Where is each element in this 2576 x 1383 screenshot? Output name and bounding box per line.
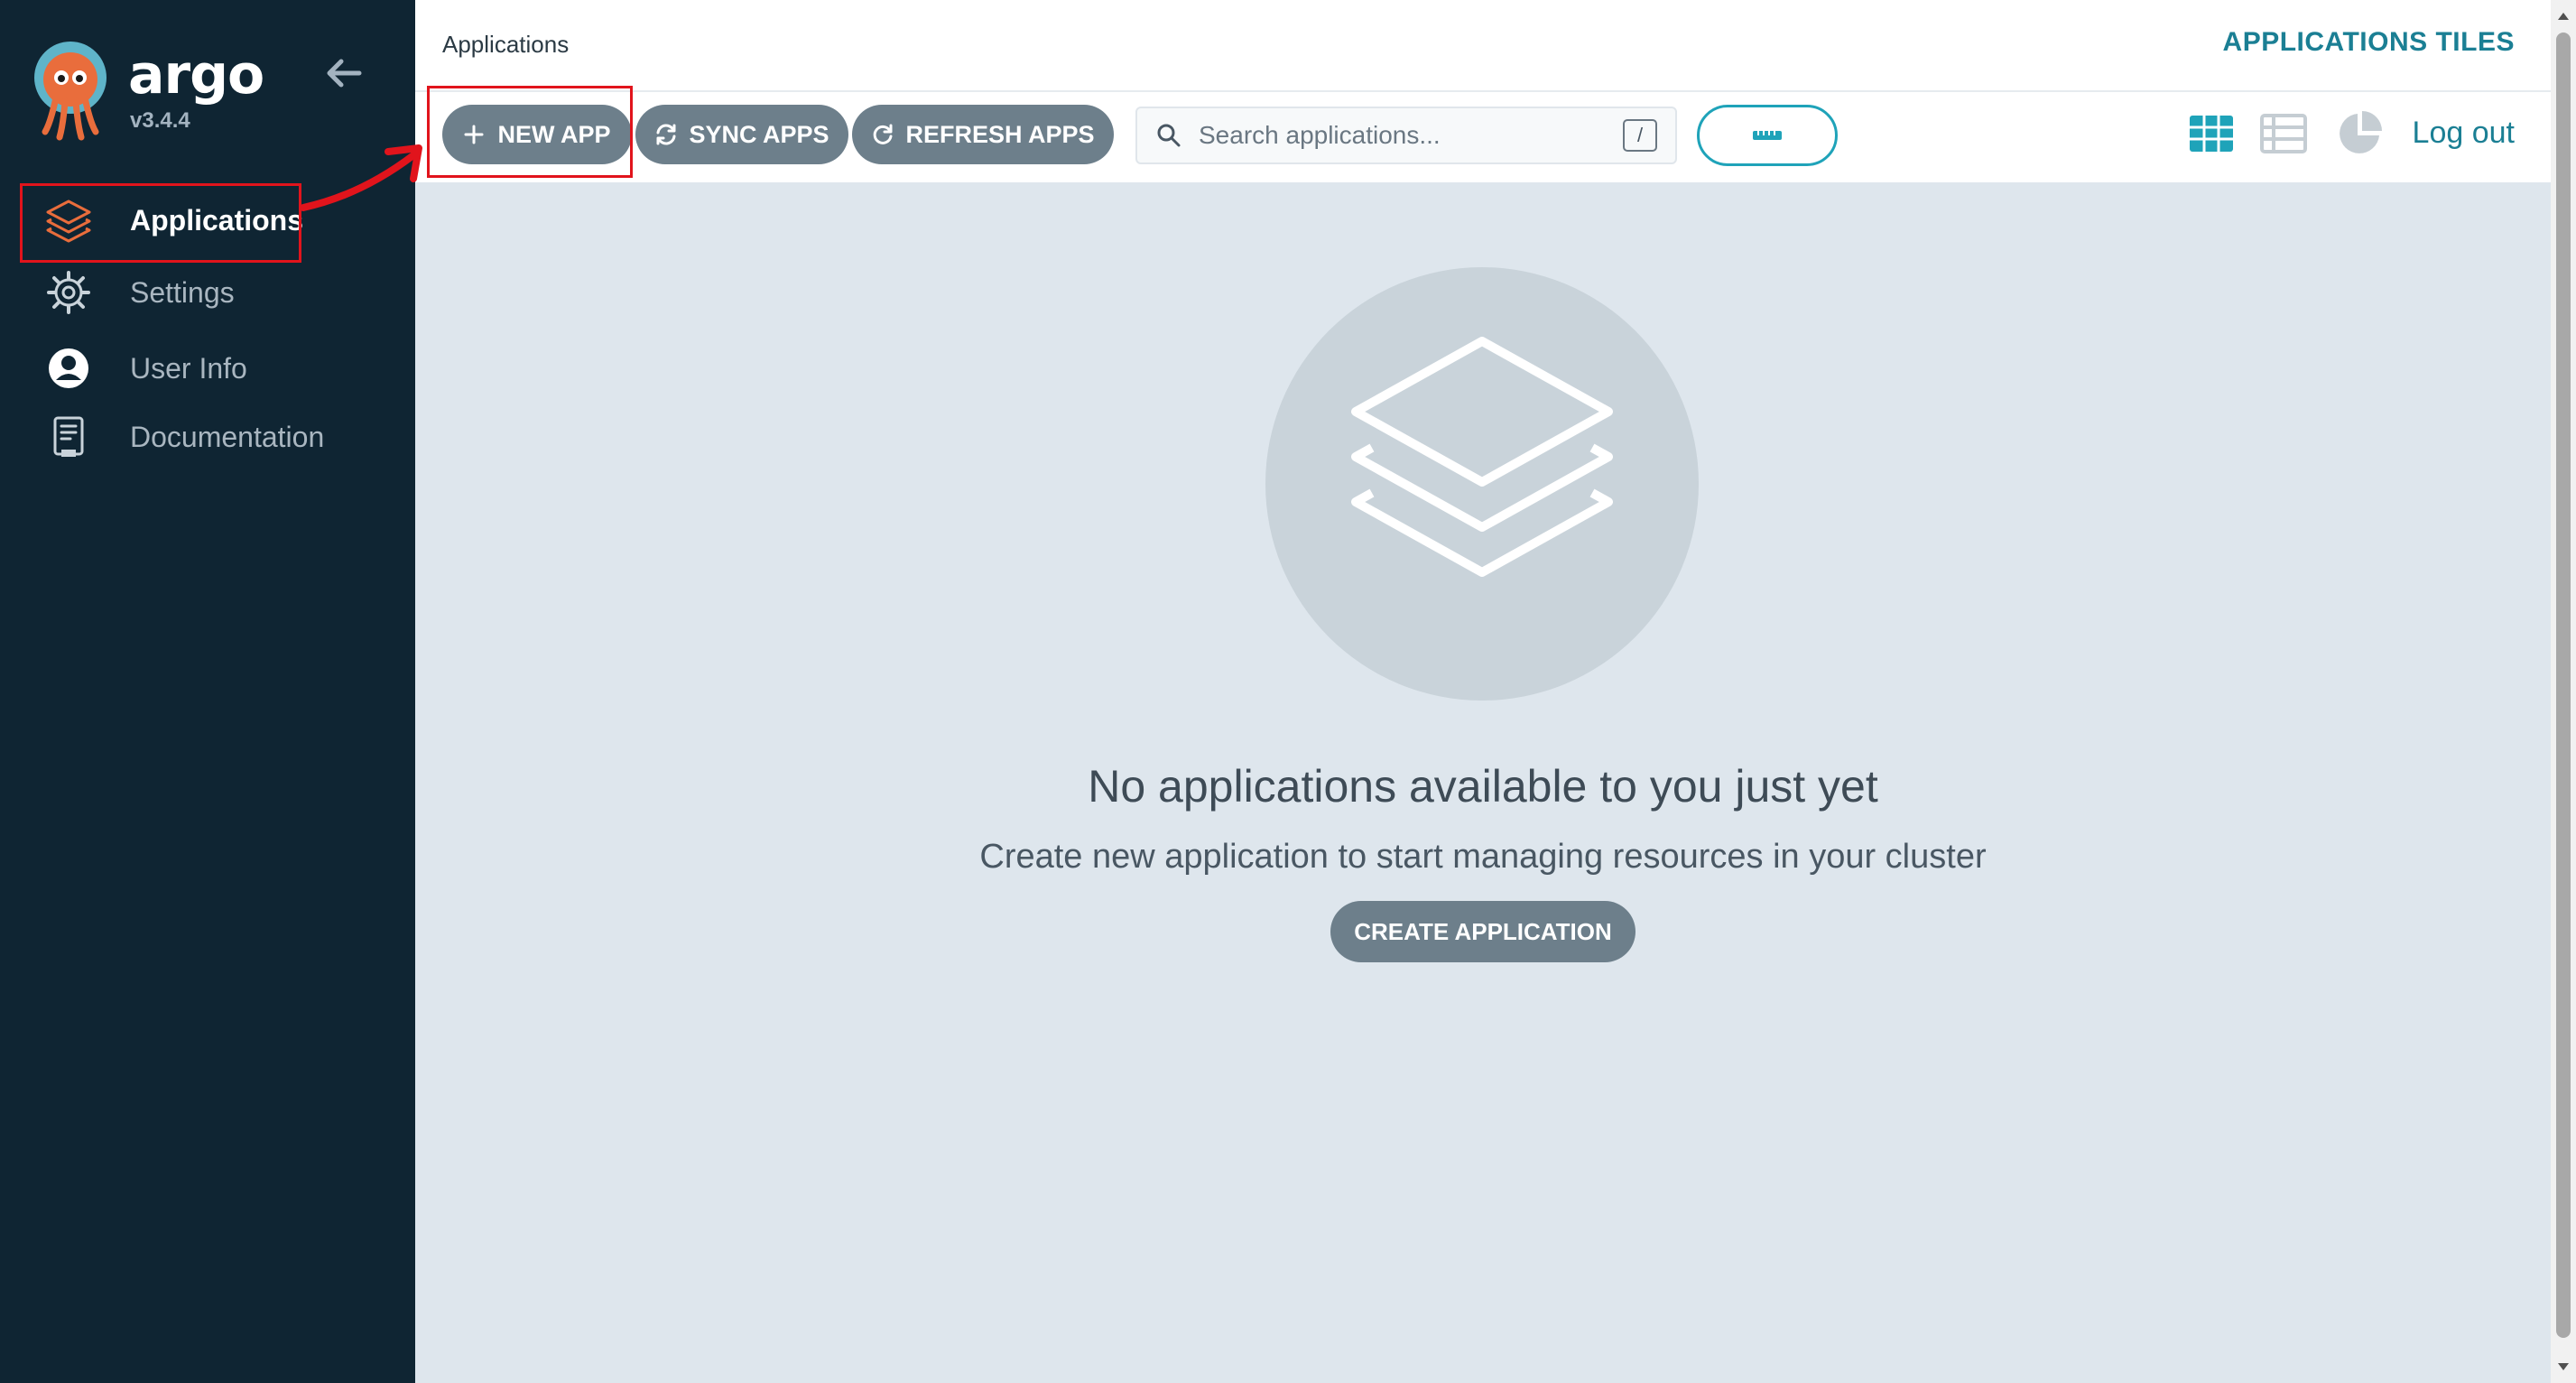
annotation-highlight-applications [20,183,301,263]
collapse-sidebar-arrow-icon[interactable] [321,51,366,96]
sidebar-item-label: Settings [130,275,235,309]
brand-version: v3.4.4 [130,108,190,133]
scrollbar-thumb[interactable] [2556,32,2571,1338]
empty-state-title: No applications available to you just ye… [1088,761,1878,812]
sidebar-item-label: User Info [130,351,247,385]
breadcrumb: Applications [442,31,570,58]
empty-state-illustration [1265,267,1699,701]
scroll-up-arrow-icon[interactable] [2556,9,2571,23]
brand-name: argo [128,43,264,107]
search-icon [1157,124,1181,147]
ruler-icon [1753,131,1782,140]
top-header: Applications APPLICATIONS TILES [415,0,2551,92]
sidebar-item-user-info[interactable]: User Info [43,341,368,395]
view-title: APPLICATIONS TILES [2222,27,2515,57]
document-icon [43,412,94,462]
vertical-scrollbar[interactable] [2551,0,2576,1383]
empty-state-subtitle: Create new application to start managing… [979,838,1987,876]
layers-icon [1351,337,1613,577]
sidebar-item-settings[interactable]: Settings [43,265,368,320]
annotation-highlight-new-app [427,86,633,178]
refresh-apps-label: REFRESH APPS [905,120,1095,148]
refresh-apps-button[interactable]: REFRESH APPS [852,105,1114,164]
search-box: / [1135,107,1677,164]
sync-apps-label: SYNC APPS [689,120,829,148]
sync-icon [654,122,680,147]
search-shortcut-key: / [1623,119,1657,152]
search-input[interactable] [1197,120,1616,151]
summary-pie-view-icon[interactable] [2334,108,2385,159]
tiles-view-icon[interactable] [2186,108,2237,159]
sidebar-item-documentation[interactable]: Documentation [43,410,368,464]
scroll-down-arrow-icon[interactable] [2556,1360,2571,1374]
sidebar-item-label: Documentation [130,420,325,453]
list-view-icon[interactable] [2258,108,2309,159]
user-icon [43,343,94,394]
annotation-arrow-icon [300,144,422,211]
gear-icon [43,267,94,318]
create-application-button[interactable]: CREATE APPLICATION [1330,901,1635,962]
refresh-icon [871,122,896,147]
filter-toggle-button[interactable] [1697,105,1838,166]
logout-link[interactable]: Log out [2413,116,2515,151]
argo-logo-icon [34,42,107,141]
toolbar: NEW APP SYNC APPS REFRESH APPS / [415,92,2551,182]
sync-apps-button[interactable]: SYNC APPS [635,105,848,164]
